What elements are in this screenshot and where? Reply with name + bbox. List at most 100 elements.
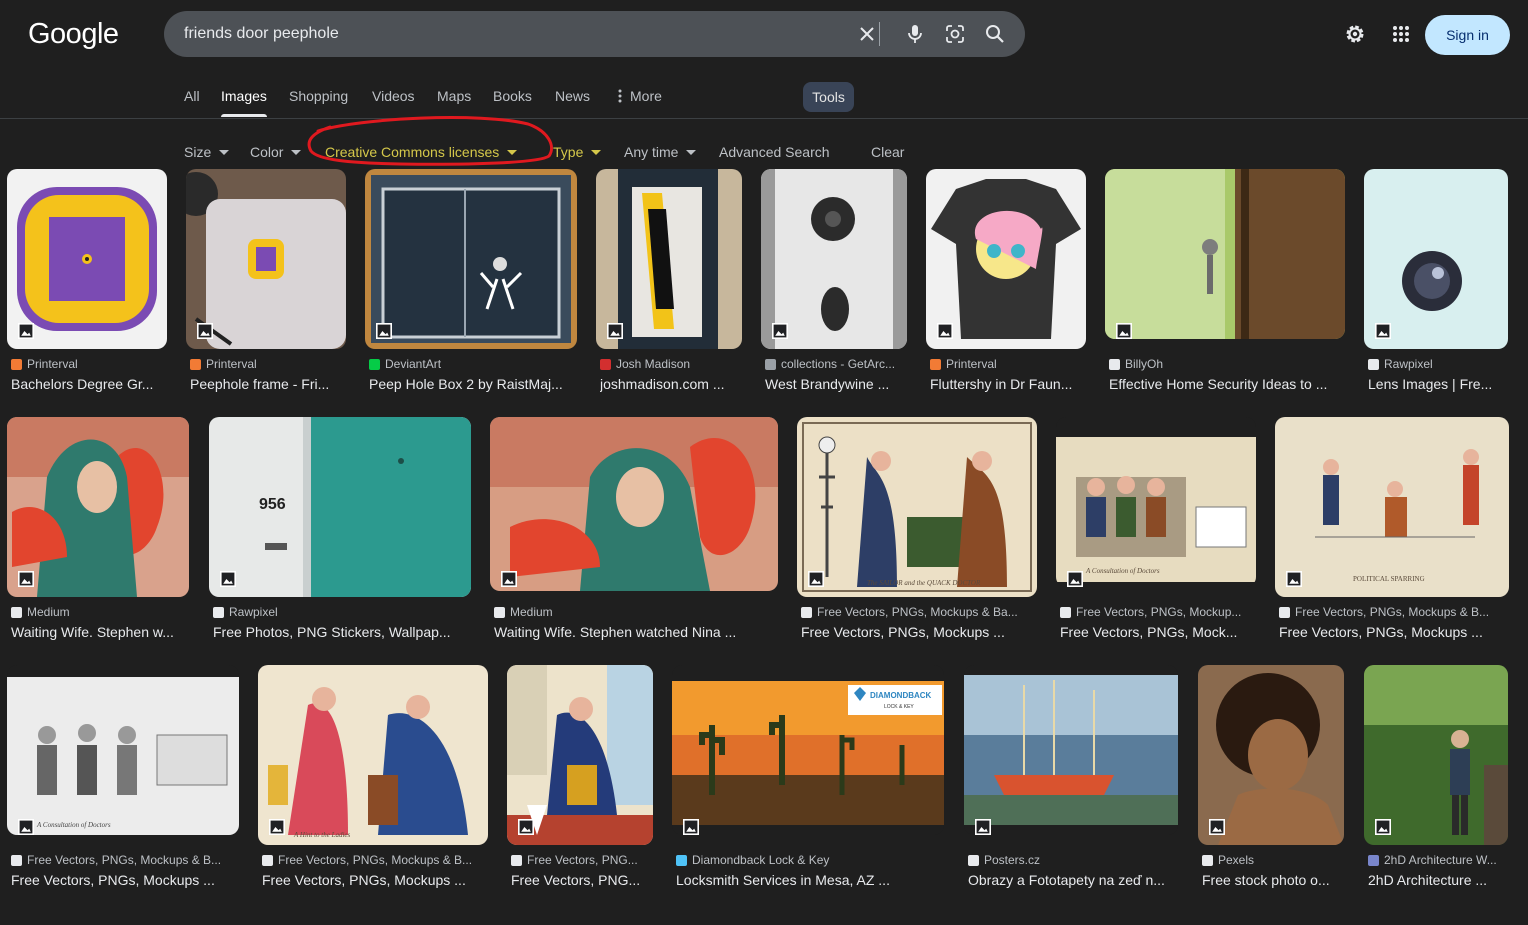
- result-source-label: Printerval: [27, 357, 78, 371]
- result-source[interactable]: 2hD Architecture W...: [1368, 853, 1512, 867]
- print-caption-text: The SAILOR and the QUACK DOCTOR: [867, 579, 981, 587]
- result-title[interactable]: Obrazy a Fototapety na zeď n...: [968, 872, 1176, 888]
- apps-icon[interactable]: [1389, 22, 1413, 46]
- result-thumbnail[interactable]: [926, 169, 1086, 349]
- filter-size[interactable]: Size: [184, 144, 230, 160]
- result-source[interactable]: Free Vectors, PNGs, Mockups & Ba...: [801, 605, 1041, 619]
- result-thumbnail[interactable]: POLITICAL SPARRING: [1275, 417, 1509, 597]
- result-thumbnail[interactable]: 956: [209, 417, 471, 597]
- filter-size-label: Size: [184, 144, 212, 160]
- result-title[interactable]: Free Vectors, PNGs, Mockups ...: [262, 872, 484, 888]
- result-thumbnail[interactable]: [1198, 665, 1344, 845]
- result-title[interactable]: Free Vectors, PNG...: [511, 872, 651, 888]
- result-title[interactable]: Free Vectors, PNGs, Mockups ...: [11, 872, 235, 888]
- result-title[interactable]: Effective Home Security Ideas to ...: [1109, 376, 1341, 392]
- result-title[interactable]: Fluttershy in Dr Faun...: [930, 376, 1086, 392]
- tabs-divider: [0, 118, 1528, 119]
- result-source[interactable]: Josh Madison: [600, 357, 746, 371]
- result-source[interactable]: Printerval: [190, 357, 350, 371]
- google-logo[interactable]: Google: [28, 18, 119, 51]
- result-thumbnail[interactable]: [1364, 169, 1508, 349]
- result-title[interactable]: West Brandywine ...: [765, 376, 907, 392]
- clear-icon[interactable]: [856, 23, 878, 45]
- image-icon: [220, 571, 236, 587]
- image-icon: [197, 323, 213, 339]
- result-thumbnail[interactable]: [761, 169, 907, 349]
- result-source[interactable]: Free Vectors, PNGs, Mockups & B...: [262, 853, 492, 867]
- result-source[interactable]: Diamondback Lock & Key: [676, 853, 948, 867]
- result-thumbnail[interactable]: The SAILOR and the QUACK DOCTOR: [797, 417, 1037, 597]
- result-title[interactable]: 2hD Architecture ...: [1368, 872, 1504, 888]
- result-thumbnail[interactable]: [365, 169, 577, 349]
- result-thumbnail[interactable]: [490, 417, 778, 591]
- search-icon[interactable]: [984, 23, 1006, 45]
- tab-shopping[interactable]: Shopping: [289, 88, 348, 104]
- result-thumbnail[interactable]: [186, 169, 346, 349]
- result-source[interactable]: Rawpixel: [213, 605, 475, 619]
- lens-icon[interactable]: [944, 23, 966, 45]
- result-thumbnail[interactable]: [7, 417, 189, 597]
- result-source[interactable]: Printerval: [11, 357, 171, 371]
- search-box[interactable]: [164, 11, 1025, 57]
- sign-in-button[interactable]: Sign in: [1425, 15, 1510, 55]
- result-source[interactable]: Free Vectors, PNGs, Mockups & B...: [1279, 605, 1513, 619]
- result-title[interactable]: Waiting Wife. Stephen w...: [11, 624, 187, 640]
- result-source[interactable]: DeviantArt: [369, 357, 581, 371]
- result-source[interactable]: Medium: [11, 605, 193, 619]
- filter-license[interactable]: Creative Commons licenses: [325, 144, 518, 160]
- filter-time-label: Any time: [624, 144, 679, 160]
- result-source[interactable]: Free Vectors, PNGs, Mockup...: [1060, 605, 1260, 619]
- result-source[interactable]: Pexels: [1202, 853, 1348, 867]
- tab-more[interactable]: More: [618, 88, 662, 104]
- result-title[interactable]: Waiting Wife. Stephen watched Nina ...: [494, 624, 774, 640]
- tab-all[interactable]: All: [184, 88, 200, 104]
- result-source[interactable]: Free Vectors, PNGs, Mockups & B...: [11, 853, 243, 867]
- tab-news[interactable]: News: [555, 88, 590, 104]
- tab-maps[interactable]: Maps: [437, 88, 471, 104]
- result-title[interactable]: Free Photos, PNG Stickers, Wallpap...: [213, 624, 465, 640]
- result-title[interactable]: Free Vectors, PNGs, Mock...: [1060, 624, 1252, 640]
- site-favicon-icon: [930, 358, 941, 370]
- tools-button[interactable]: Tools: [803, 82, 854, 112]
- tab-books[interactable]: Books: [493, 88, 532, 104]
- result-source[interactable]: Printerval: [930, 357, 1090, 371]
- result-title[interactable]: Peephole frame - Fri...: [190, 376, 346, 392]
- result-thumbnail[interactable]: [1364, 665, 1508, 845]
- search-input[interactable]: [184, 11, 834, 57]
- result-title[interactable]: Bachelors Degree Gr...: [11, 376, 167, 392]
- result-thumbnail[interactable]: DIAMONDBACK LOCK & KEY: [672, 665, 944, 835]
- result-source[interactable]: Free Vectors, PNG...: [511, 853, 657, 867]
- site-favicon-icon: [1368, 358, 1379, 370]
- filter-time[interactable]: Any time: [624, 144, 697, 160]
- filter-color[interactable]: Color: [250, 144, 302, 160]
- result-source[interactable]: collections - GetArc...: [765, 357, 911, 371]
- result-title[interactable]: Free Vectors, PNGs, Mockups ...: [801, 624, 1033, 640]
- result-title[interactable]: Free stock photo o...: [1202, 872, 1342, 888]
- settings-icon[interactable]: [1343, 22, 1367, 46]
- result-source[interactable]: Medium: [494, 605, 782, 619]
- result-thumbnail[interactable]: [7, 169, 167, 349]
- result-title[interactable]: Lens Images | Fre...: [1368, 376, 1504, 392]
- result-title[interactable]: Locksmith Services in Mesa, AZ ...: [676, 872, 938, 888]
- result-source-label: Medium: [510, 605, 553, 619]
- tab-images[interactable]: Images: [221, 88, 267, 104]
- result-thumbnail[interactable]: [964, 665, 1178, 835]
- result-title[interactable]: Peep Hole Box 2 by RaistMaj...: [369, 376, 575, 392]
- result-thumbnail[interactable]: [596, 169, 742, 349]
- result-thumbnail[interactable]: A Hint to the Ladies: [258, 665, 488, 845]
- result-thumbnail[interactable]: A Consultation of Doctors: [7, 665, 239, 835]
- filter-license-label: Creative Commons licenses: [325, 144, 500, 160]
- tab-videos[interactable]: Videos: [372, 88, 415, 104]
- result-source[interactable]: BillyOh: [1109, 357, 1349, 371]
- result-source[interactable]: Posters.cz: [968, 853, 1182, 867]
- filter-type[interactable]: Type: [553, 144, 602, 160]
- result-title[interactable]: joshmadison.com ...: [600, 376, 742, 392]
- advanced-search-link[interactable]: Advanced Search: [719, 144, 830, 160]
- clear-filters-link[interactable]: Clear: [871, 144, 904, 160]
- mic-icon[interactable]: [904, 23, 926, 45]
- result-title[interactable]: Free Vectors, PNGs, Mockups ...: [1279, 624, 1505, 640]
- result-thumbnail[interactable]: A Consultation of Doctors: [1056, 417, 1256, 587]
- result-source[interactable]: Rawpixel: [1368, 357, 1512, 371]
- result-thumbnail[interactable]: [1105, 169, 1345, 339]
- result-thumbnail[interactable]: [507, 665, 653, 845]
